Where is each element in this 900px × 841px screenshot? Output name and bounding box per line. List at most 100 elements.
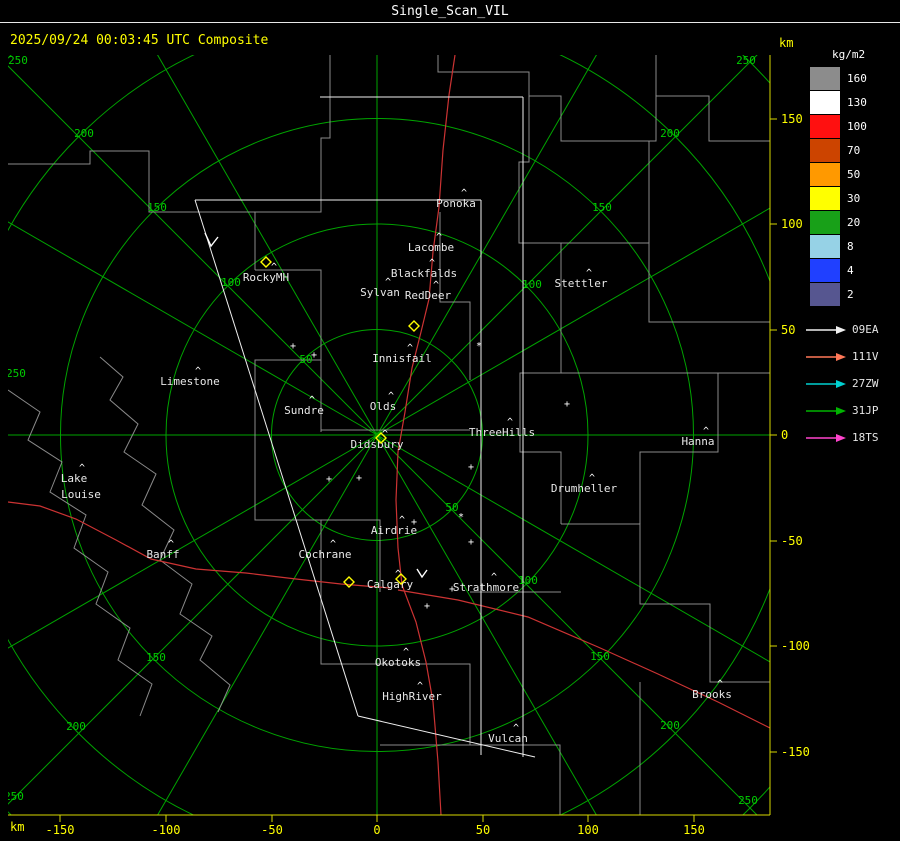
ring-distance-label: 150 xyxy=(146,651,166,664)
right-axis-tick-label: 100 xyxy=(781,217,803,231)
colorbar-entry: 30 xyxy=(810,186,898,210)
city-label: Stettler xyxy=(555,277,608,290)
ring-distance-label: 50 xyxy=(445,501,458,514)
radar-id-label: 31JP xyxy=(852,404,879,417)
town-marker: ^ xyxy=(589,473,595,484)
town-marker: ^ xyxy=(385,277,391,288)
bottom-axis-tick-label: -50 xyxy=(261,823,283,837)
town-marker: ^ xyxy=(330,539,336,550)
colorbar-value: 130 xyxy=(847,95,867,109)
bottom-axis-tick-label: 100 xyxy=(577,823,599,837)
colorbar-value: 4 xyxy=(847,263,854,277)
city-label: Drumheller xyxy=(551,482,618,495)
town-marker: ^ xyxy=(433,280,439,291)
town-marker: ^ xyxy=(491,572,497,583)
city-label: ThreeHills xyxy=(469,426,535,439)
city-label: Hanna xyxy=(681,435,714,448)
bottom-axis-tick-label: -100 xyxy=(152,823,181,837)
town-plus-marker: + xyxy=(468,537,474,548)
radar-legend-item[interactable]: 27ZW xyxy=(806,370,879,397)
town-star-marker: * xyxy=(476,341,482,352)
colorbar-value: 30 xyxy=(847,191,861,205)
colorbar-value: 2 xyxy=(847,287,854,301)
ring-distance-label: 250 xyxy=(8,54,28,67)
ring-distance-label: 250 xyxy=(6,367,26,380)
ring-distance-label: 200 xyxy=(66,720,86,733)
colorbar-value: 70 xyxy=(847,143,861,157)
district-boundary xyxy=(254,55,331,270)
colorbar-swatch xyxy=(810,66,840,90)
radar-legend-item[interactable]: 31JP xyxy=(806,397,879,424)
city-label: Louise xyxy=(61,488,101,501)
bottom-axis-unit-label: km xyxy=(10,820,25,834)
bottom-axis-tick-label: 150 xyxy=(683,823,705,837)
town-plus-marker: + xyxy=(311,350,317,361)
radar-legend-item[interactable]: 18TS xyxy=(806,424,879,451)
town-star-marker: * xyxy=(458,512,464,523)
colorbar-entry: 2 xyxy=(810,282,898,306)
radar-arrow-icon xyxy=(806,433,846,442)
city-label: Strathmore xyxy=(453,581,519,594)
city-label: Limestone xyxy=(160,375,220,388)
radial-line xyxy=(376,55,597,436)
radial-line xyxy=(157,55,378,436)
town-marker: ^ xyxy=(168,539,174,550)
colorbar-swatch xyxy=(810,90,840,114)
town-marker: ^ xyxy=(403,647,409,658)
town-plus-marker: + xyxy=(449,584,455,595)
radial-line xyxy=(376,434,597,815)
town-marker: ^ xyxy=(417,681,423,692)
colorbar-entry: 50 xyxy=(810,162,898,186)
right-axis-tick-label: 150 xyxy=(781,112,803,126)
right-axis-tick-label: -150 xyxy=(781,745,810,759)
radial-line xyxy=(8,221,378,436)
colorbar-entry: 160 xyxy=(810,66,898,90)
city-label: Lacombe xyxy=(408,241,454,254)
town-marker: ^ xyxy=(586,268,592,279)
ring-distance-label: 100 xyxy=(522,278,542,291)
colorbar-value: 50 xyxy=(847,167,861,181)
colorbar-entry: 4 xyxy=(810,258,898,282)
radar-site-marker xyxy=(408,320,420,332)
city-label: Calgary xyxy=(367,578,414,591)
ring-distance-label: 200 xyxy=(660,127,680,140)
ring-distance-label: 250 xyxy=(4,790,24,803)
town-marker: ^ xyxy=(429,258,435,269)
radar-arrow-icon xyxy=(806,325,846,334)
city-label: Cochrane xyxy=(299,548,352,561)
colorbar-entry: 100 xyxy=(810,114,898,138)
town-marker: ^ xyxy=(717,679,723,690)
town-plus-marker: + xyxy=(356,473,362,484)
radar-legend-item[interactable]: 111V xyxy=(806,343,879,370)
city-label: Ponoka xyxy=(436,197,476,210)
radial-line xyxy=(8,65,378,436)
town-marker: ^ xyxy=(309,395,315,406)
town-marker: ^ xyxy=(461,188,467,199)
colorbar-value: 160 xyxy=(847,71,867,85)
radar-map-display[interactable]: 2502001501002502001501005050100150200250… xyxy=(0,0,900,841)
bottom-axis-tick-label: 50 xyxy=(476,823,490,837)
town-marker: ^ xyxy=(79,463,85,474)
colorbar-value: 8 xyxy=(847,239,854,253)
radar-id-label: 27ZW xyxy=(852,377,879,390)
ring-distance-label: 150 xyxy=(590,650,610,663)
radar-legend-item[interactable]: 09EA xyxy=(806,316,879,343)
town-marker: ^ xyxy=(436,232,442,243)
colorbar-swatch xyxy=(810,114,840,138)
district-boundary xyxy=(437,55,770,142)
town-marker: ^ xyxy=(407,343,413,354)
right-axis-tick-label: -100 xyxy=(781,639,810,653)
radar-id-label: 111V xyxy=(852,350,879,363)
colorbar-value: 20 xyxy=(847,215,861,229)
right-axis-tick-label: 50 xyxy=(781,323,795,337)
velocity-arrow xyxy=(204,232,219,248)
radar-arrow-icon xyxy=(806,352,846,361)
city-label: RedDeer xyxy=(405,289,452,302)
ring-distance-label: 200 xyxy=(74,127,94,140)
ring-distance-label: 200 xyxy=(660,719,680,732)
town-plus-marker: + xyxy=(411,517,417,528)
colorbar-entries: 160 130 100 70 50 30 20 8 4 2 xyxy=(810,66,898,306)
colorbar-swatch xyxy=(810,210,840,234)
radial-line xyxy=(157,434,378,815)
colorbar-swatch xyxy=(810,186,840,210)
